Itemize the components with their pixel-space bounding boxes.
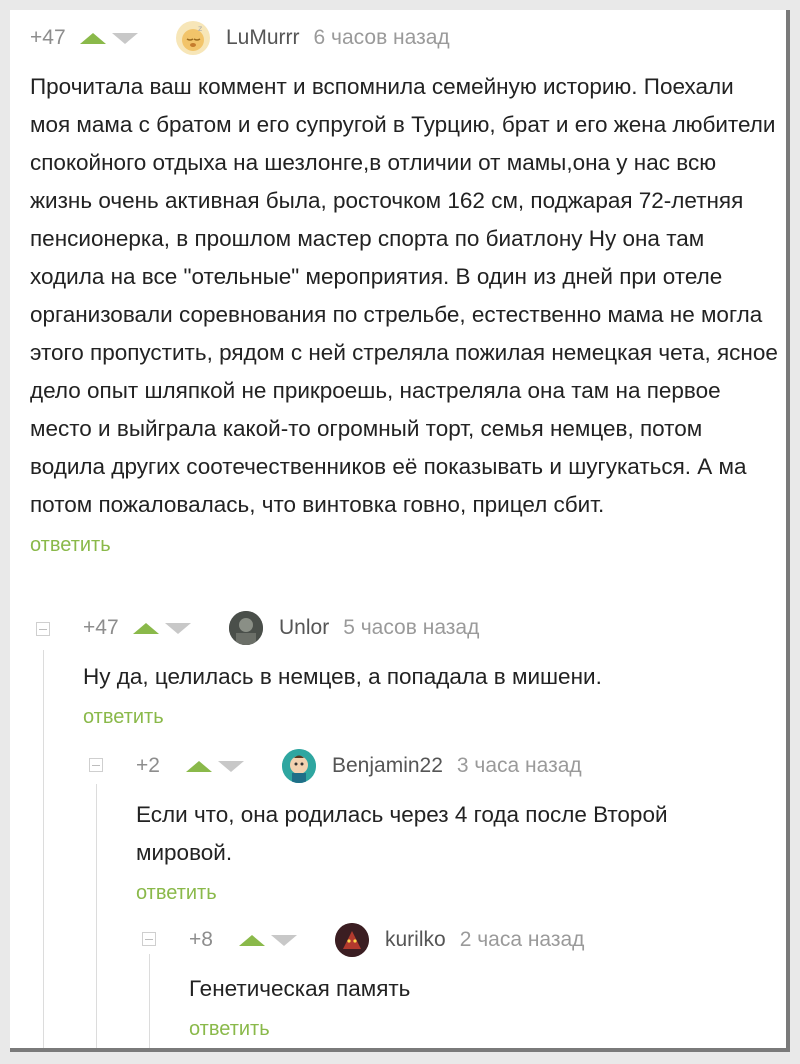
rating: +47: [83, 616, 119, 639]
vote-down-icon[interactable]: [218, 760, 244, 772]
reply-link[interactable]: ответить: [30, 534, 111, 557]
rating: +47: [30, 26, 66, 49]
vote-down-icon[interactable]: [271, 934, 297, 946]
timestamp[interactable]: 6 часов назад: [314, 26, 450, 50]
timestamp[interactable]: 3 часа назад: [457, 754, 582, 778]
vote-up-icon[interactable]: [133, 622, 159, 634]
timestamp[interactable]: 5 часов назад: [343, 616, 479, 640]
comment-thread-card: +47 z LuMurrr 6 часов назад Прочитала ва…: [10, 10, 790, 1052]
sleeping-face-icon[interactable]: z: [176, 21, 210, 55]
comment: +47 z LuMurrr 6 часов назад Прочитала ва…: [30, 20, 778, 557]
vote-up-icon[interactable]: [239, 934, 265, 946]
comment-header: +47 Unlor 5 часов назад: [83, 610, 763, 646]
username[interactable]: kurilko: [385, 928, 446, 952]
rating: +8: [189, 928, 213, 951]
reply-link[interactable]: ответить: [136, 882, 217, 905]
rating: +2: [136, 754, 160, 777]
username[interactable]: LuMurrr: [226, 26, 300, 50]
dark-portrait-icon[interactable]: [229, 611, 263, 645]
comment: +47 Unlor 5 часов назад Ну да, целилась …: [83, 610, 763, 729]
thread-line: [43, 650, 44, 1048]
collapse-thread-button[interactable]: [36, 622, 50, 636]
timestamp[interactable]: 2 часа назад: [460, 928, 585, 952]
collapse-thread-button[interactable]: [142, 932, 156, 946]
comment: +2 Benjamin22 3 часа назад Если что, она…: [136, 748, 756, 905]
reply-link[interactable]: ответить: [83, 706, 164, 729]
comment-header: +2 Benjamin22 3 часа назад: [136, 748, 756, 784]
comment-header: +8 kurilko 2 часа назад: [189, 922, 749, 958]
red-creature-icon[interactable]: [335, 923, 369, 957]
comment-text: Прочитала ваш коммент и вспомнила семейн…: [30, 74, 778, 517]
comment-text: Ну да, целилась в немцев, а попадала в м…: [83, 664, 602, 689]
comment-header: +47 z LuMurrr 6 часов назад: [30, 20, 778, 56]
thread-line: [149, 954, 150, 1048]
comment: +8 kurilko 2 часа назад Генетическая пам…: [189, 922, 749, 1041]
collapse-thread-button[interactable]: [89, 758, 103, 772]
svg-text:z: z: [198, 24, 202, 33]
vote-down-icon[interactable]: [112, 32, 138, 44]
comment-text: Генетическая память: [189, 976, 411, 1001]
vote-down-icon[interactable]: [165, 622, 191, 634]
reply-link[interactable]: ответить: [189, 1018, 270, 1041]
cartoon-face-icon[interactable]: [282, 749, 316, 783]
thread-line: [96, 784, 97, 1048]
vote-up-icon[interactable]: [186, 760, 212, 772]
comment-text: Если что, она родилась через 4 года посл…: [136, 802, 668, 865]
username[interactable]: Unlor: [279, 616, 329, 640]
vote-up-icon[interactable]: [80, 32, 106, 44]
username[interactable]: Benjamin22: [332, 754, 443, 778]
